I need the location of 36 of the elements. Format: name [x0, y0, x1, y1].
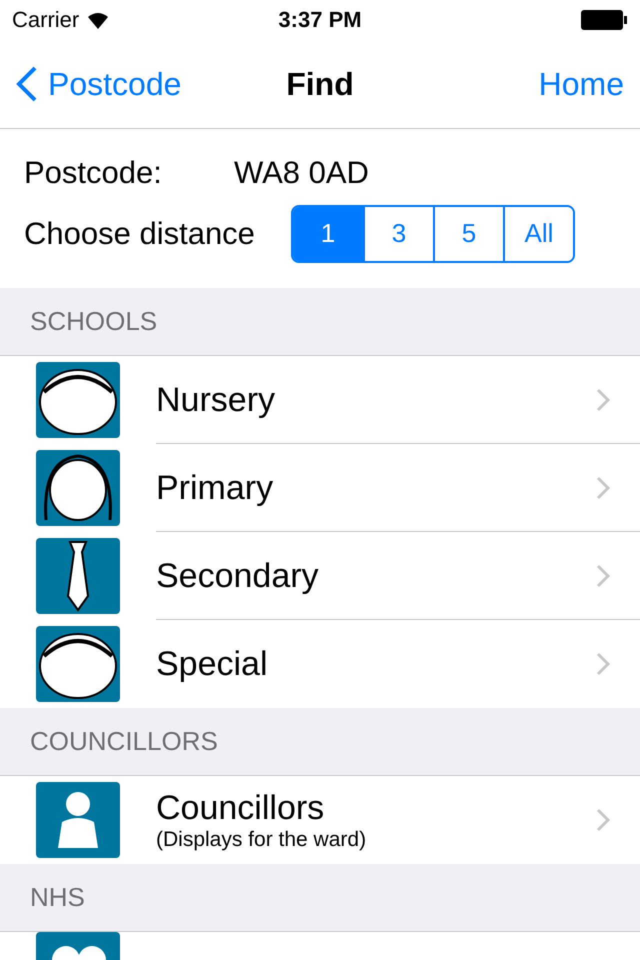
row-title: Secondary	[156, 556, 320, 596]
list-row[interactable]: Nursery	[0, 356, 640, 444]
distance-option[interactable]: 1	[292, 206, 363, 260]
carrier-label: Carrier	[12, 7, 80, 33]
home-link[interactable]: Home	[538, 66, 624, 102]
distance-label: Choose distance	[24, 216, 255, 252]
row-title: Special	[156, 644, 269, 684]
row-subtitle: (Displays for the ward)	[156, 828, 368, 852]
wifi-icon	[87, 11, 110, 29]
back-chevron-icon	[16, 66, 38, 102]
distance-option[interactable]: All	[502, 206, 573, 260]
tie-icon	[36, 538, 120, 614]
row-title: Nursery	[156, 380, 276, 420]
chevron-icon	[596, 652, 610, 676]
list-row[interactable]: Secondary	[0, 532, 640, 620]
head-icon	[36, 362, 120, 438]
clock-time: 3:37 PM	[278, 7, 362, 33]
list-row[interactable]: Special	[0, 620, 640, 708]
section-header: COUNCILLORS	[0, 708, 640, 776]
head-icon	[36, 626, 120, 702]
chevron-icon	[596, 808, 610, 832]
back-link[interactable]: Postcode	[16, 66, 182, 102]
list-row[interactable]: Councillors (Displays for the ward)	[0, 776, 640, 864]
chevron-icon	[596, 476, 610, 500]
row-title: Primary	[156, 468, 274, 508]
nav-title: Find	[286, 66, 354, 102]
head-icon	[36, 450, 120, 526]
postcode-value: WA8 0AD	[234, 154, 369, 190]
battery-icon	[580, 9, 628, 31]
chevron-icon	[596, 564, 610, 588]
postcode-label: Postcode:	[24, 154, 163, 190]
section-header: SCHOOLS	[0, 288, 640, 356]
list-row[interactable]: Primary	[0, 444, 640, 532]
chevron-icon	[596, 388, 610, 412]
section-header: NHS	[0, 864, 640, 932]
row-title: Councillors	[156, 788, 326, 828]
